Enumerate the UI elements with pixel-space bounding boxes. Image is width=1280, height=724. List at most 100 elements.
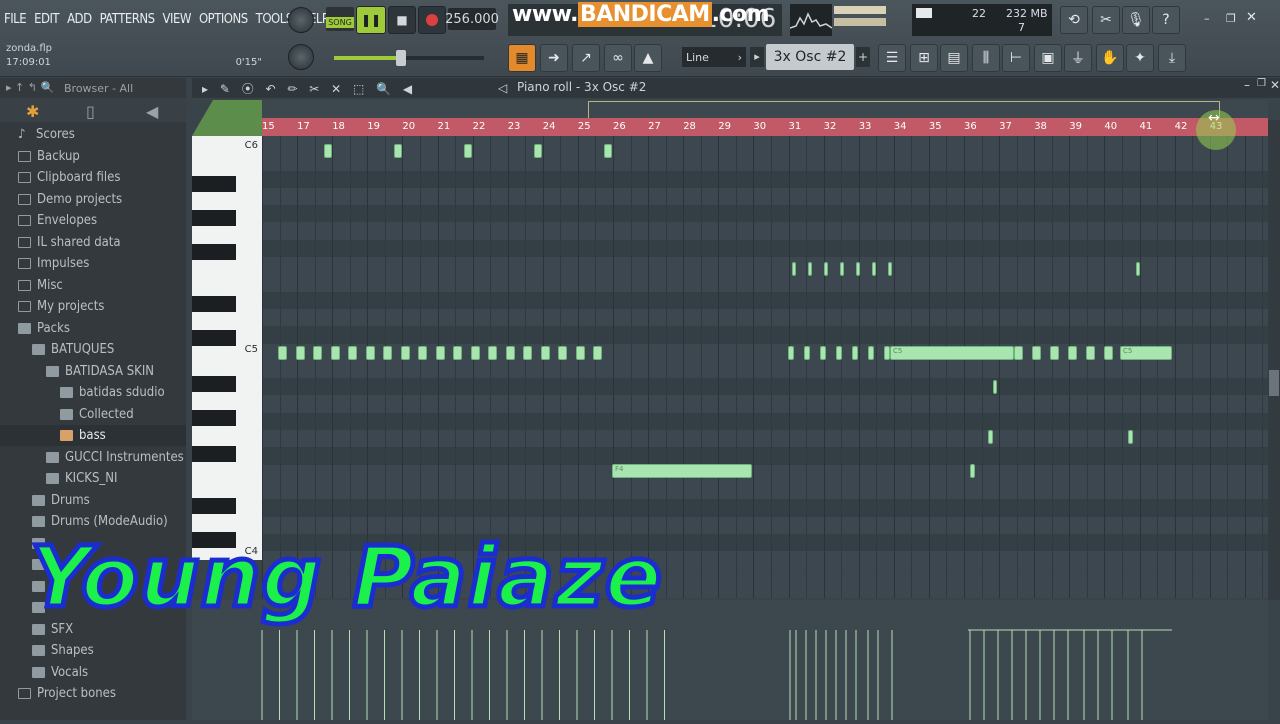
render-icon[interactable]: ⤓ [1158, 44, 1186, 72]
browser-item[interactable]: Project bones [0, 683, 186, 704]
minimize-icon[interactable]: – [1204, 12, 1220, 26]
browser-item[interactable]: GUCCI Instrumentes [0, 447, 186, 468]
stamp-icon[interactable]: ▲ [634, 44, 662, 72]
browser-item[interactable]: batidas sdudio [0, 382, 186, 403]
black-key[interactable] [192, 410, 236, 426]
browser-item[interactable]: Clipboard files [0, 167, 186, 188]
link-icon[interactable]: ∞ [604, 44, 632, 72]
browser-item[interactable]: Impulses [0, 253, 186, 274]
midi-note[interactable] [868, 346, 874, 360]
midi-note[interactable] [993, 380, 997, 394]
black-key[interactable] [192, 244, 236, 260]
midi-note[interactable] [400, 346, 410, 360]
midi-note[interactable] [295, 346, 305, 360]
project-icon[interactable]: ▣ [1034, 44, 1062, 72]
midi-note[interactable] [792, 262, 796, 276]
midi-note[interactable] [808, 262, 812, 276]
midi-note[interactable] [1032, 346, 1041, 360]
black-key[interactable] [192, 210, 236, 226]
restore-icon[interactable]: ❐ [1226, 12, 1242, 26]
midi-note[interactable] [523, 346, 532, 360]
cut-tools-icon[interactable]: ✂ [1092, 6, 1120, 34]
menu-view[interactable]: VIEW [159, 12, 195, 27]
close-icon[interactable]: ✕ [1246, 10, 1262, 25]
master-volume-knob[interactable] [288, 7, 314, 33]
browser-item[interactable]: My projects [0, 296, 186, 317]
arrow-right-icon[interactable]: ➜ [540, 44, 568, 72]
browser-item[interactable]: ♪ Scores [0, 124, 186, 145]
pr-restore-icon[interactable]: ❐ [1257, 78, 1266, 89]
midi-note[interactable] [604, 144, 612, 158]
speaker-icon[interactable]: ◁ [498, 81, 507, 95]
browser-plugin-icon[interactable]: ◀ [146, 102, 158, 121]
midi-note[interactable]: F4 [612, 464, 752, 478]
midi-note[interactable] [348, 346, 357, 360]
master-pitch-knob[interactable] [288, 44, 314, 70]
browser-files-icon[interactable]: ▯ [86, 102, 95, 121]
browser-item[interactable]: Packs [0, 318, 186, 339]
midi-note[interactable] [435, 346, 445, 360]
midi-note[interactable] [840, 262, 844, 276]
midi-note[interactable] [324, 144, 332, 158]
midi-note[interactable] [534, 144, 542, 158]
menu-edit[interactable]: EDIT [30, 12, 63, 27]
midi-note[interactable] [470, 346, 480, 360]
pattern-overview[interactable] [262, 100, 1268, 119]
tempo-tapper-icon[interactable]: ✦ [1126, 44, 1154, 72]
black-key[interactable] [192, 498, 236, 514]
snap-select[interactable]: Line › [682, 47, 746, 67]
midi-note[interactable] [988, 430, 993, 444]
midi-note[interactable] [383, 346, 392, 360]
browser-item[interactable]: Collected [0, 404, 186, 425]
midi-note[interactable]: C5 [1120, 346, 1172, 360]
midi-note[interactable] [453, 346, 462, 360]
midi-note[interactable] [1068, 346, 1077, 360]
midi-note[interactable] [856, 262, 860, 276]
browser-tree-icon[interactable]: ⊢ [1002, 44, 1030, 72]
black-key[interactable] [192, 376, 236, 392]
black-key[interactable] [192, 446, 236, 462]
record-button[interactable] [418, 6, 446, 34]
browser-item[interactable]: KICKS_NI [0, 468, 186, 489]
midi-note[interactable] [593, 346, 602, 360]
microphone-icon[interactable]: 🎙 [1122, 6, 1150, 34]
play-button[interactable]: ❚❚ [356, 6, 386, 34]
midi-note[interactable] [540, 346, 550, 360]
pr-close-icon[interactable]: ✕ [1270, 78, 1280, 92]
menu-add[interactable]: ADD [63, 12, 96, 27]
pr-minimize-icon[interactable]: – [1244, 78, 1250, 92]
browser-item[interactable]: BATIDASA SKIN [0, 361, 186, 382]
midi-note[interactable] [852, 346, 858, 360]
browser-item[interactable]: Envelopes [0, 210, 186, 231]
midi-note[interactable] [1104, 346, 1113, 360]
channel-rack-icon[interactable]: ▤ [940, 44, 968, 72]
midi-note[interactable] [575, 346, 585, 360]
midi-note[interactable] [313, 346, 322, 360]
midi-note[interactable] [824, 262, 828, 276]
midi-note[interactable] [1136, 262, 1140, 276]
black-key[interactable] [192, 296, 236, 312]
midi-note[interactable] [278, 346, 287, 360]
browser-item[interactable]: bass [0, 425, 186, 446]
mixer-icon[interactable]: ⫼ [972, 44, 1000, 72]
tempo-display[interactable]: 256.000 [445, 8, 499, 30]
midi-note[interactable]: C5 [890, 346, 1014, 360]
midi-note[interactable] [820, 346, 826, 360]
midi-note[interactable] [488, 346, 497, 360]
browser-item[interactable]: IL shared data [0, 232, 186, 253]
midi-note[interactable] [1050, 346, 1059, 360]
song-mode-toggle[interactable]: SONG [326, 7, 354, 31]
browser-item[interactable]: Demo projects [0, 189, 186, 210]
browser-item[interactable]: BATUQUES [0, 339, 186, 360]
stop-button[interactable]: ■ [388, 6, 416, 34]
midi-note[interactable] [1128, 430, 1133, 444]
browser-item[interactable]: Shapes [0, 640, 186, 661]
master-slider[interactable] [334, 50, 484, 66]
add-pattern-button[interactable]: + [856, 47, 870, 67]
midi-note[interactable] [464, 144, 472, 158]
vertical-scrollbar[interactable] [1268, 120, 1280, 600]
black-key[interactable] [192, 330, 236, 346]
pencil-curve-icon[interactable]: ↗ [572, 44, 600, 72]
piano-roll-tool-icons[interactable]: ▸ ✎ ⦿ ↶ ✏ ✂ ✕ ⬚ 🔍 ◀ [202, 80, 416, 97]
midi-note[interactable] [788, 346, 794, 360]
